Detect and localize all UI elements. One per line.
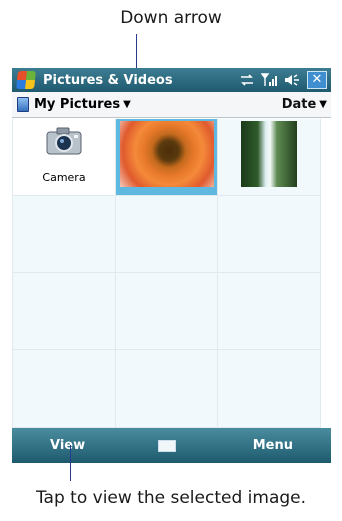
signal-icon[interactable]: [261, 73, 277, 87]
callout-view-hint: Tap to view the selected image.: [35, 488, 307, 508]
keyboard-icon[interactable]: [158, 440, 176, 452]
view-button[interactable]: View: [50, 438, 85, 453]
menu-button[interactable]: Menu: [253, 438, 293, 453]
device-folder-icon: [17, 97, 29, 112]
volume-icon[interactable]: [284, 73, 300, 87]
folder-dropdown[interactable]: My Pictures ▼: [29, 97, 131, 112]
device-screen: Pictures & Videos ✕ My Pictures ▼ Date ▼…: [12, 68, 331, 463]
soft-key-bar: View Menu: [12, 428, 331, 463]
grid-cell-empty: [13, 350, 116, 428]
grid-cell-empty: [13, 196, 116, 273]
grid-cell-empty: [218, 196, 321, 273]
status-icons: ✕: [240, 71, 327, 89]
app-title: Pictures & Videos: [43, 72, 173, 88]
grid-cell-empty: [13, 273, 116, 350]
flower-thumbnail[interactable]: [120, 121, 214, 187]
folder-name: My Pictures: [34, 97, 121, 112]
windows-start-icon[interactable]: [16, 71, 36, 89]
grid-cell-empty: [116, 196, 218, 273]
title-bar: Pictures & Videos ✕: [12, 68, 331, 92]
grid-item-flower[interactable]: [116, 119, 218, 196]
sort-chevron-down-icon[interactable]: ▼: [319, 99, 327, 110]
grid-cell-empty: [116, 350, 218, 428]
grid-cell-empty: [218, 350, 321, 428]
grid-cell-empty: [116, 273, 218, 350]
grid-cell-empty: [218, 273, 321, 350]
close-icon[interactable]: ✕: [307, 71, 327, 89]
camera-icon: [46, 127, 82, 155]
camera-label: Camera: [42, 171, 86, 184]
sort-label: Date: [281, 97, 317, 112]
callout-leader-bottom: [70, 445, 71, 481]
waterfall-thumbnail[interactable]: [241, 121, 297, 187]
connectivity-icon[interactable]: [240, 74, 254, 86]
thumbnail-grid: Camera: [12, 119, 331, 428]
callout-down-arrow: Down arrow: [120, 8, 222, 28]
folder-bar: My Pictures ▼ Date ▼: [12, 92, 331, 118]
chevron-down-icon[interactable]: ▼: [123, 99, 131, 110]
sort-dropdown[interactable]: Date ▼: [282, 97, 327, 112]
grid-item-camera[interactable]: Camera: [13, 119, 116, 196]
grid-item-waterfall[interactable]: [218, 119, 321, 196]
